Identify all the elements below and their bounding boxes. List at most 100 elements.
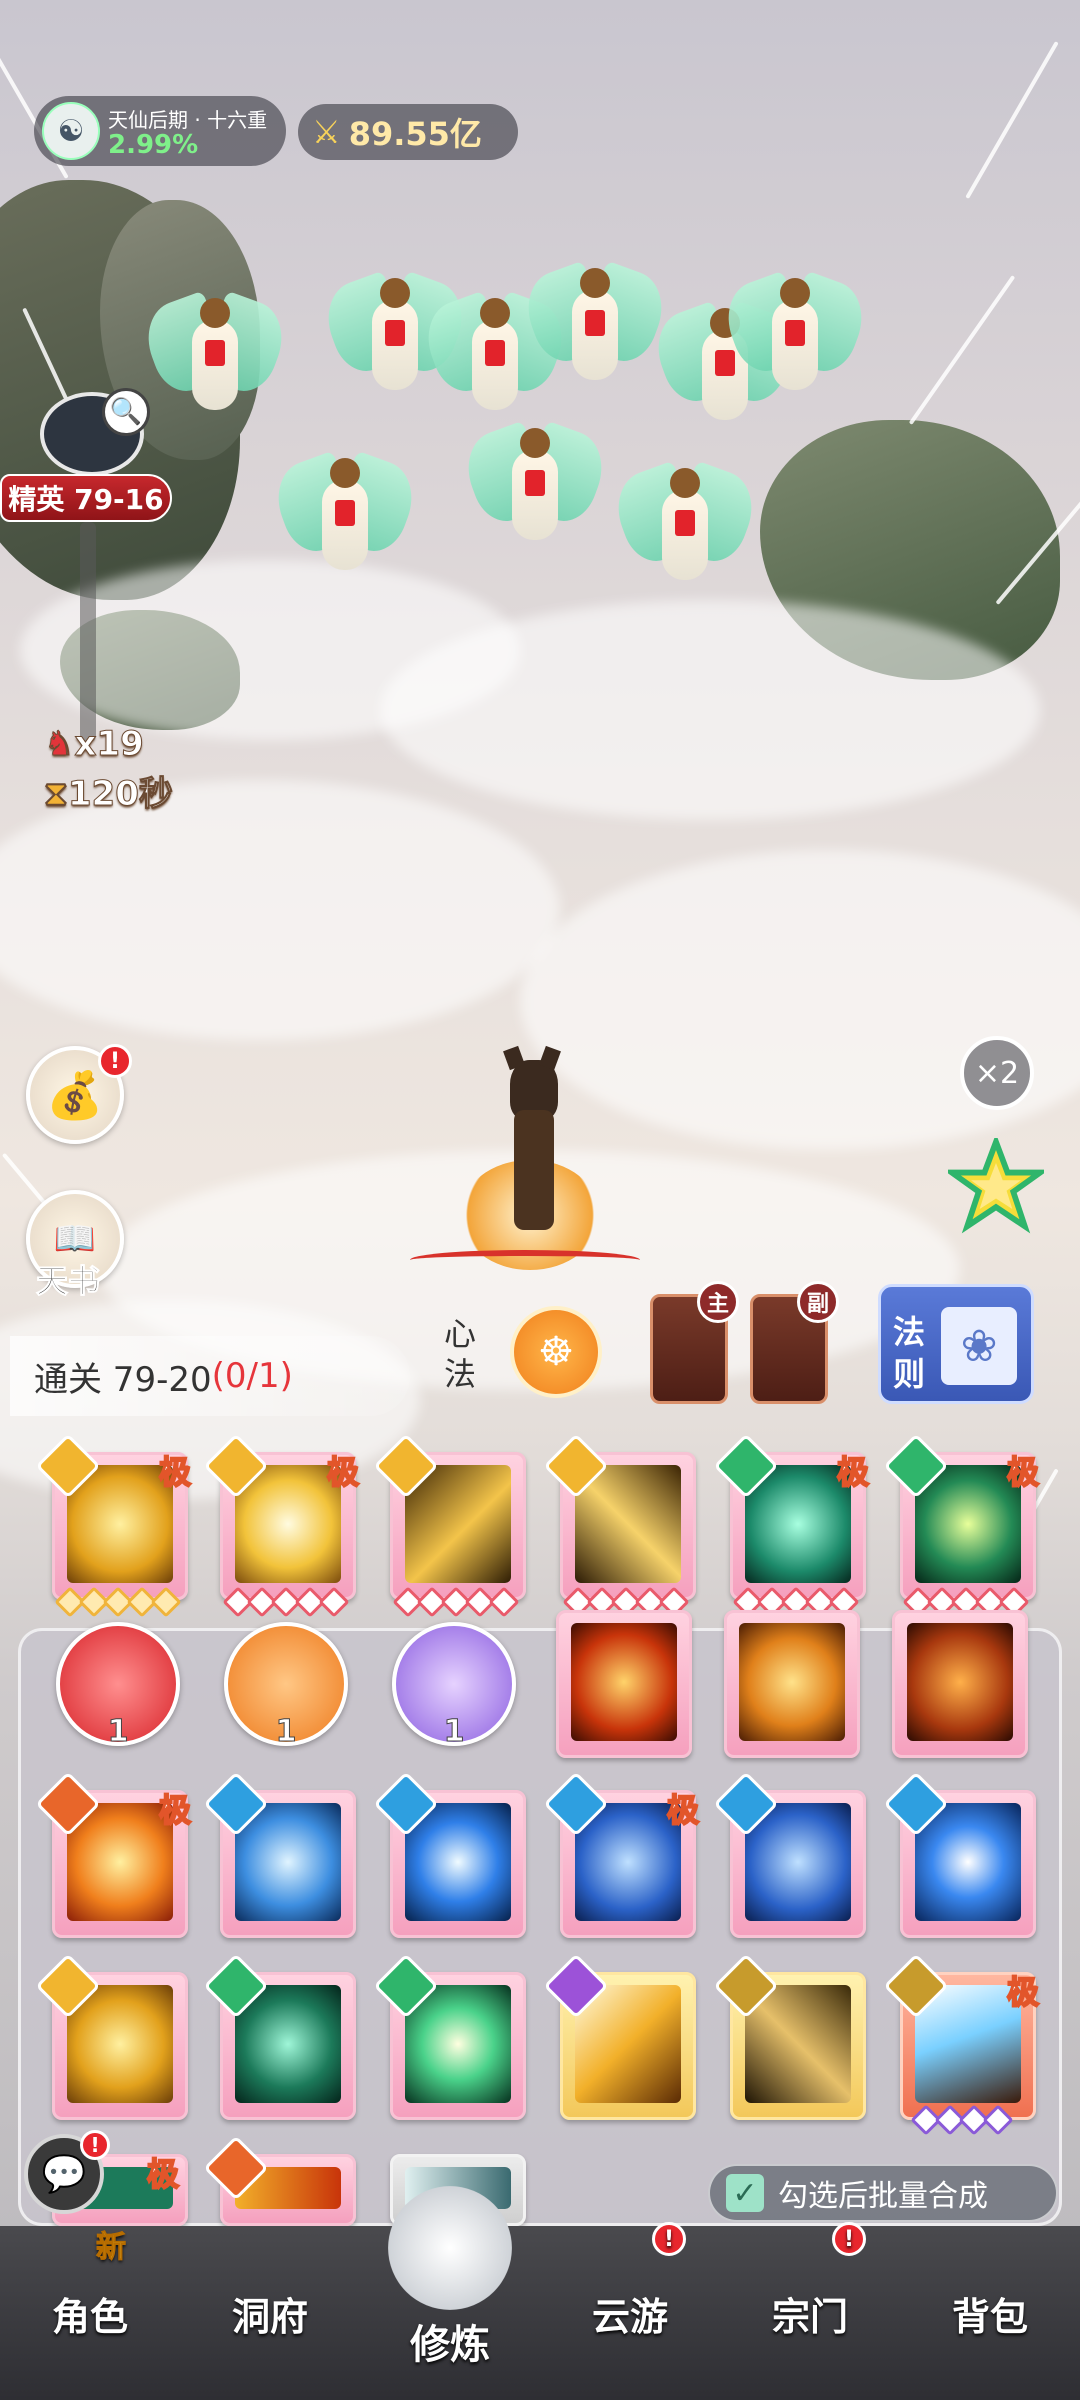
nav-item-sect[interactable]: ! 宗门 bbox=[720, 2222, 900, 2400]
orb-count: 1 bbox=[443, 1714, 465, 1750]
skill-card[interactable] bbox=[556, 1610, 692, 1758]
player-character bbox=[400, 1040, 660, 1320]
skill-card[interactable]: 极 bbox=[35, 1771, 192, 1938]
cultivate-active-icon bbox=[388, 2186, 512, 2310]
skill-card[interactable]: 极 bbox=[35, 1433, 192, 1618]
skill-card[interactable] bbox=[373, 1433, 526, 1618]
bag-alert-badge: ! bbox=[98, 1044, 132, 1078]
speed-toggle-button[interactable]: ×2 bbox=[960, 1036, 1034, 1110]
skill-card[interactable] bbox=[35, 1953, 188, 2120]
nav-label: 背包 bbox=[951, 2294, 1028, 2339]
orb-count: 1 bbox=[275, 1714, 297, 1750]
skill-card[interactable] bbox=[203, 1953, 356, 2120]
new-badge: 新 bbox=[96, 2230, 127, 2266]
bottom-nav: 新 角色 洞府 修炼 ! 云游 ! 宗门 背包 bbox=[0, 2186, 1080, 2400]
main-weapon-slot[interactable]: 主 bbox=[650, 1281, 739, 1404]
clear-stage-label: 通关 79-20 bbox=[34, 1359, 212, 1400]
nav-item-bag[interactable]: 背包 bbox=[900, 2226, 1080, 2400]
skill-card[interactable] bbox=[724, 1610, 860, 1758]
sub-weapon-slot[interactable]: 副 bbox=[750, 1281, 839, 1404]
grade-tag: 极 bbox=[146, 2154, 180, 2194]
enemy-count: ♞x19 bbox=[43, 724, 144, 765]
main-weapon-tag: 主 bbox=[697, 1281, 739, 1323]
faze-label-2: 则 bbox=[893, 1355, 926, 1393]
meditation-icon: ☸ bbox=[538, 1329, 574, 1375]
faze-label-1: 法 bbox=[893, 1313, 926, 1351]
xinfa-label: 心法 bbox=[443, 1315, 476, 1393]
skill-card[interactable] bbox=[373, 1771, 526, 1938]
batch-merge-toggle[interactable]: ✓ 勾选后批量合成 bbox=[708, 2164, 1058, 2222]
skill-card[interactable]: 极 bbox=[543, 1771, 700, 1938]
xinfa-button[interactable]: ☸ bbox=[510, 1306, 602, 1398]
enemy-count-value: x19 bbox=[74, 724, 144, 765]
nav-item-travel[interactable]: ! 云游 bbox=[540, 2222, 720, 2400]
skill-card[interactable] bbox=[543, 1953, 696, 2120]
nav-label: 宗门 bbox=[771, 2294, 848, 2339]
skill-card[interactable] bbox=[203, 2135, 356, 2226]
book-icon: 📖 bbox=[53, 1219, 97, 1259]
grade-tag: 极 bbox=[158, 1790, 192, 1830]
skill-card[interactable]: 极 bbox=[203, 1433, 360, 1618]
enemy-flying-soldier[interactable] bbox=[136, 280, 294, 430]
nav-label: 洞府 bbox=[231, 2294, 308, 2339]
batch-merge-label: 勾选后批量合成 bbox=[778, 2179, 988, 2214]
enemy-flying-soldier[interactable] bbox=[606, 450, 764, 600]
tianshu-label: 天书 bbox=[35, 1262, 101, 1301]
sect-alert-badge: ! bbox=[832, 2222, 866, 2256]
clear-stage-progress[interactable]: 通关 79-20 (0/1) bbox=[10, 1336, 410, 1416]
clear-stage-counter: (0/1) bbox=[211, 1356, 293, 1396]
chat-button[interactable]: 💬 ! bbox=[24, 2130, 110, 2214]
stage-timer-value: 120秒 bbox=[67, 774, 173, 815]
grade-tag: 极 bbox=[158, 1452, 192, 1492]
stage-timer: ⧗120秒 bbox=[44, 766, 174, 815]
chat-alert-badge: ! bbox=[80, 2130, 110, 2160]
realm-panel[interactable]: ☯ 天仙后期 · 十六重 2.99% bbox=[34, 96, 286, 166]
power-icon: ⚔ bbox=[312, 113, 341, 151]
chat-bubble-icon: 💬 bbox=[41, 2154, 87, 2195]
skill-card[interactable]: 极 bbox=[883, 1433, 1040, 1618]
checkbox-checked-icon[interactable]: ✓ bbox=[726, 2174, 764, 2212]
skill-card[interactable] bbox=[543, 1433, 696, 1618]
grade-tag: 极 bbox=[836, 1452, 870, 1492]
travel-alert-badge: ! bbox=[652, 2222, 686, 2256]
stage-boss-button[interactable]: 🔍 bbox=[40, 388, 150, 476]
power-value: 89.55亿 bbox=[348, 115, 482, 153]
money-bag-icon: 💰 bbox=[46, 1067, 104, 1122]
nav-label: 角色 bbox=[51, 2294, 128, 2339]
grade-tag: 极 bbox=[666, 1790, 700, 1830]
grade-tag: 极 bbox=[1006, 1972, 1040, 2012]
skill-card[interactable] bbox=[203, 1771, 356, 1938]
skill-card[interactable] bbox=[883, 1771, 1036, 1938]
flower-icon: ❀ bbox=[941, 1307, 1017, 1385]
magnifier-icon: 🔍 bbox=[102, 388, 150, 436]
grade-tag: 极 bbox=[1006, 1452, 1040, 1492]
demon-icon: ♞ bbox=[43, 724, 75, 765]
skill-card[interactable] bbox=[892, 1610, 1028, 1758]
skill-card[interactable] bbox=[713, 1953, 866, 2120]
skill-card[interactable]: 极 bbox=[713, 1433, 870, 1618]
orb-count: 1 bbox=[107, 1714, 129, 1750]
realm-percent: 2.99% bbox=[108, 130, 199, 160]
enemy-flying-soldier[interactable] bbox=[516, 250, 674, 400]
hourglass-icon: ⧗ bbox=[44, 774, 69, 815]
combat-power[interactable]: ⚔ 89.55亿 bbox=[298, 104, 518, 160]
skill-card[interactable] bbox=[713, 1771, 866, 1938]
nav-item-cultivate[interactable]: 修炼 bbox=[360, 2186, 540, 2400]
stage-badge: 精英 79-16 bbox=[0, 474, 172, 522]
skill-card[interactable]: 极 bbox=[883, 1953, 1040, 2136]
faze-button[interactable]: 法 则 ❀ bbox=[878, 1284, 1034, 1404]
enemy-flying-soldier[interactable] bbox=[266, 440, 424, 590]
nav-label: 云游 bbox=[591, 2294, 668, 2339]
grade-tag: 极 bbox=[326, 1452, 360, 1492]
nav-item-character[interactable]: 新 角色 bbox=[0, 2226, 180, 2400]
nav-item-cave[interactable]: 洞府 bbox=[180, 2226, 360, 2400]
enemy-flying-soldier[interactable] bbox=[716, 260, 874, 410]
treasure-bag-button[interactable]: 💰 ! bbox=[26, 1044, 132, 1144]
player-avatar-icon: ☯ bbox=[42, 102, 100, 160]
star-skill-icon[interactable] bbox=[948, 1138, 1044, 1234]
skill-card[interactable] bbox=[373, 1953, 526, 2120]
sub-weapon-tag: 副 bbox=[797, 1281, 839, 1323]
nav-label: 修炼 bbox=[410, 2322, 490, 2368]
stage-progress-bar bbox=[80, 522, 96, 742]
enemy-flying-soldier[interactable] bbox=[456, 410, 614, 560]
